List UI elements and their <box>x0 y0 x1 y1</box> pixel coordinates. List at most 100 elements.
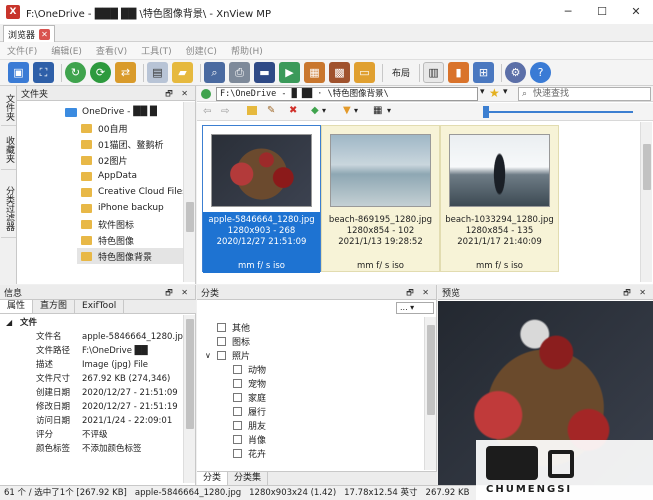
tab-categories[interactable]: 分类 <box>197 472 229 485</box>
tree-item-folder-selected[interactable]: 特色图像背景 <box>77 248 183 264</box>
scrollbar-thumb[interactable] <box>427 325 435 415</box>
slideshow-icon[interactable]: ▶ <box>279 62 300 83</box>
back-arrow-icon[interactable]: ⇦ <box>203 106 211 117</box>
category-item[interactable]: 家庭 <box>233 390 266 404</box>
folder-up-icon[interactable] <box>247 106 257 115</box>
category-item[interactable]: 花卉 <box>233 446 266 460</box>
category-options-dropdown[interactable]: ... ▾ <box>396 302 434 314</box>
side-tab-category-filter[interactable]: 分类过滤器 <box>1 180 16 238</box>
expand-chevron-icon[interactable]: ∨ <box>205 351 217 360</box>
settings-gear-icon[interactable]: ⚙ <box>505 62 527 83</box>
tab-histogram[interactable]: 直方图 <box>33 300 76 313</box>
address-dropdown-icon[interactable]: ▾ <box>480 87 485 97</box>
category-item[interactable]: 动物 <box>233 362 266 376</box>
thumbnail-dropdown-icon[interactable]: ▾ <box>387 106 391 115</box>
view-mode-icon[interactable]: ▥ <box>423 62 445 83</box>
address-bar[interactable]: F:\OneDrive - █ ██ · \特色图像背景\ <box>216 87 478 101</box>
tree-item-onedrive[interactable]: OneDrive - ██ █ <box>65 104 157 120</box>
quick-search-input[interactable]: ⌕ 快速查找 <box>518 87 651 101</box>
filter-dropdown-icon[interactable]: ▾ <box>354 106 358 115</box>
tree-item-folder[interactable]: 特色图像 <box>81 232 134 248</box>
category-checkbox[interactable] <box>233 378 242 388</box>
maximize-button[interactable]: ☐ <box>585 0 619 24</box>
scrollbar-thumb[interactable] <box>186 319 194 429</box>
info-scrollbar[interactable] <box>183 315 195 483</box>
category-checkbox[interactable] <box>233 434 242 444</box>
category-item[interactable]: 其他 <box>217 320 250 334</box>
category-checkbox[interactable] <box>233 406 242 416</box>
info-section-header[interactable]: ◢ 文件 <box>0 316 186 330</box>
bookmark-icon[interactable]: ▮ <box>448 62 470 83</box>
browser-scrollbar[interactable] <box>640 122 652 282</box>
thumbnail-card-selected[interactable]: apple-5846664_1280.jpg 1280x903 - 268 20… <box>202 125 321 273</box>
favorite-dropdown-icon[interactable]: ▾ <box>503 87 508 97</box>
collapse-triangle-icon[interactable]: ◢ <box>6 316 12 330</box>
tab-close-icon[interactable]: ✕ <box>39 28 51 40</box>
menu-edit[interactable]: 编辑(E) <box>44 44 89 57</box>
browser-view-icon[interactable]: ▣ <box>8 62 29 83</box>
forward-arrow-icon[interactable]: ⇨ <box>221 106 229 117</box>
category-checkbox[interactable] <box>233 392 242 402</box>
thumbnail-size-icon[interactable]: ▦ <box>373 105 382 116</box>
panel-pin-close-icon[interactable]: 🗗 ✕ <box>623 287 649 301</box>
tab-exiftool[interactable]: ExifTool <box>75 300 125 313</box>
tree-icon[interactable]: ⊞ <box>473 62 495 83</box>
sync-icon[interactable]: ⟳ <box>90 62 111 83</box>
panel-pin-close-icon[interactable]: 🗗 ✕ <box>165 287 191 301</box>
category-item[interactable]: 履行 <box>233 404 266 418</box>
menu-view[interactable]: 查看(V) <box>89 44 134 57</box>
zoom-slider-track[interactable] <box>483 111 633 113</box>
tab-properties[interactable]: 属性 <box>0 300 34 313</box>
wallpaper-icon[interactable]: ▭ <box>354 62 375 83</box>
menu-file[interactable]: 文件(F) <box>0 44 44 57</box>
category-scrollbar[interactable] <box>424 317 436 470</box>
thumbnail-card[interactable]: beach-869195_1280.jpg 1280x854 - 102 202… <box>321 125 440 272</box>
delete-icon[interactable]: ✖ <box>289 105 297 116</box>
print-icon[interactable]: ⎙ <box>229 62 250 83</box>
category-item[interactable]: 宠物 <box>233 376 266 390</box>
category-item[interactable]: 朋友 <box>233 418 266 432</box>
star-favorite-icon[interactable]: ★ <box>489 86 500 100</box>
tree-item-folder[interactable]: 00自用 <box>81 120 127 136</box>
menu-help[interactable]: 帮助(H) <box>224 44 270 57</box>
scrollbar-thumb[interactable] <box>186 202 194 232</box>
panel-pin-close-icon[interactable]: 🗗 ✕ <box>406 287 432 301</box>
category-item[interactable]: 肖像 <box>233 432 266 446</box>
tree-item-folder[interactable]: 02图片 <box>81 152 127 168</box>
side-tab-favorites[interactable]: 收藏夹 <box>1 130 16 170</box>
fullscreen-icon[interactable]: ⛶ <box>33 62 54 83</box>
sort-icon[interactable]: ◆ <box>311 105 319 116</box>
category-checkbox[interactable] <box>217 322 226 332</box>
category-item[interactable]: 图标 <box>217 334 250 348</box>
tree-item-folder[interactable]: Creative Cloud Files <box>81 184 187 200</box>
page-icon[interactable]: ▤ <box>147 62 168 83</box>
tree-item-folder[interactable]: 01猫团、鳌鹅析 <box>81 136 163 152</box>
panel-pin-close-icon[interactable]: 🗗 ✕ <box>165 88 191 102</box>
contact-sheet-icon[interactable]: ▦ <box>304 62 325 83</box>
category-checkbox[interactable] <box>217 350 226 360</box>
close-button[interactable]: ✕ <box>619 0 653 24</box>
batch-convert-icon[interactable]: ⇄ <box>115 62 136 83</box>
web-page-icon[interactable]: ▩ <box>329 62 350 83</box>
category-checkbox[interactable] <box>233 420 242 430</box>
scrollbar-thumb[interactable] <box>643 144 651 190</box>
thumbnail-card[interactable]: beach-1033294_1280.jpg 1280x854 - 135 20… <box>440 125 559 272</box>
filter-icon[interactable]: ▼ <box>343 105 351 116</box>
tab-category-sets[interactable]: 分类集 <box>228 472 269 485</box>
layout-menu[interactable]: 布局 <box>392 66 410 79</box>
tree-item-folder[interactable]: iPhone backup <box>81 200 164 216</box>
menu-create[interactable]: 创建(C) <box>179 44 224 57</box>
minimize-button[interactable]: ─ <box>551 0 585 24</box>
menu-tools[interactable]: 工具(T) <box>134 44 179 57</box>
folder-actions-icon[interactable]: ▰ <box>172 62 193 83</box>
tab-browser[interactable]: 浏览器 ✕ <box>3 25 56 42</box>
scanner-icon[interactable]: ▬ <box>254 62 275 83</box>
tree-item-folder[interactable]: AppData <box>81 168 137 184</box>
side-tab-folders[interactable]: 文件夹 <box>1 90 16 126</box>
sort-dropdown-icon[interactable]: ▾ <box>322 106 326 115</box>
category-checkbox[interactable] <box>233 448 242 458</box>
category-checkbox[interactable] <box>217 336 226 346</box>
category-item[interactable]: ∨ 照片 <box>205 348 250 362</box>
edit-icon[interactable]: ✎ <box>267 105 275 116</box>
category-checkbox[interactable] <box>233 364 242 374</box>
